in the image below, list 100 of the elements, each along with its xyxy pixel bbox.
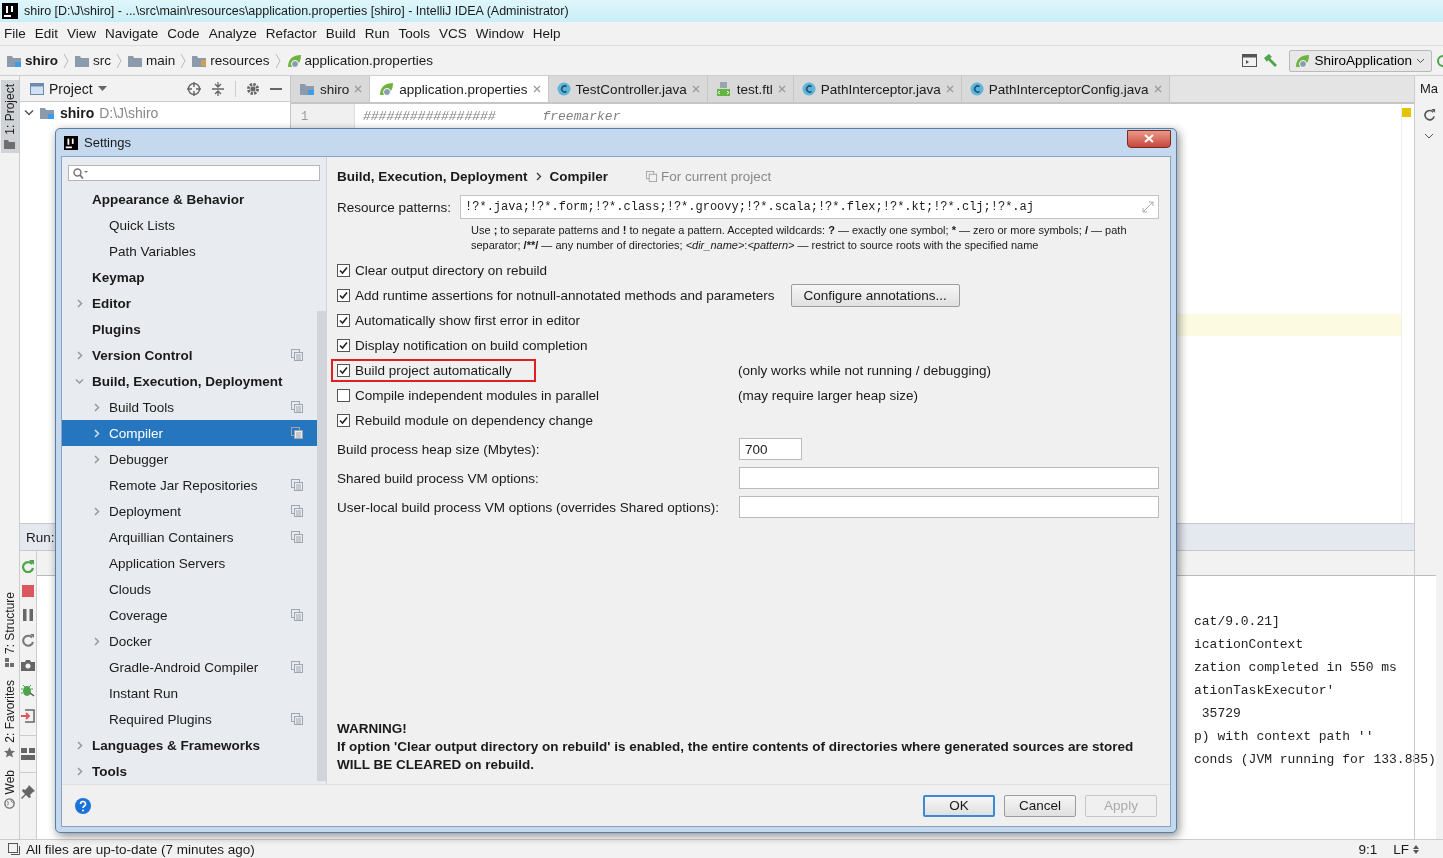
tool-window-button[interactable]: 7: Structure: [2, 591, 17, 668]
scrollbar-thumb[interactable]: [317, 311, 326, 781]
menu-item[interactable]: Build: [325, 26, 356, 41]
resource-patterns-field[interactable]: !?*.java;!?*.form;!?*.class;!?*.groovy;!?*.scala;!?*.flex;!?*.kt;!?*.clj;!?*.aj: [460, 195, 1159, 219]
settings-tree-item[interactable]: Debugger: [62, 446, 317, 472]
close-tab-icon[interactable]: [691, 85, 700, 93]
checked-checkbox-icon[interactable]: [337, 364, 350, 377]
rerun-icon[interactable]: [21, 559, 35, 573]
menu-item[interactable]: Refactor: [265, 26, 317, 41]
close-tab-icon[interactable]: [945, 85, 954, 93]
close-tab-icon[interactable]: [1153, 85, 1162, 93]
search-field[interactable]: [68, 165, 320, 181]
checkbox-option[interactable]: Build project automatically: [337, 363, 512, 378]
settings-tree-item[interactable]: Languages & Frameworks: [62, 732, 317, 758]
menu-item[interactable]: Run: [364, 26, 390, 41]
settings-tree-item[interactable]: Instant Run: [62, 680, 317, 706]
exit-icon[interactable]: [21, 709, 35, 723]
breadcrumb-item[interactable]: src: [74, 53, 111, 68]
settings-tree-item[interactable]: Build, Execution, Deployment: [62, 368, 317, 394]
pause-icon[interactable]: [23, 609, 33, 621]
help-icon[interactable]: [75, 797, 91, 814]
refresh-icon[interactable]: [1422, 108, 1436, 121]
editor-tab[interactable]: PathInterceptor.java: [793, 76, 962, 102]
settings-tree-item[interactable]: Quick Lists: [62, 212, 317, 238]
close-tab-icon[interactable]: [777, 85, 786, 93]
layout-icon[interactable]: [21, 748, 35, 760]
checkbox-option[interactable]: Compile independent modules in parallel: [337, 388, 599, 403]
settings-tree-item[interactable]: Coverage: [62, 602, 317, 628]
menu-item[interactable]: Analyze: [208, 26, 257, 41]
line-separator-selector[interactable]: LF: [1393, 841, 1419, 857]
input-field[interactable]: 700: [739, 438, 802, 460]
settings-tree-item[interactable]: Gradle-Android Compiler: [62, 654, 317, 680]
checkbox-option[interactable]: Rebuild module on dependency change: [337, 413, 593, 428]
settings-tree-item[interactable]: Deployment: [62, 498, 317, 524]
menu-item[interactable]: File: [4, 26, 26, 41]
settings-tree-item[interactable]: Tools: [62, 758, 317, 784]
locate-icon[interactable]: [187, 81, 201, 96]
close-tab-icon[interactable]: [532, 85, 541, 93]
settings-tree-item[interactable]: Arquillian Containers: [62, 524, 317, 550]
settings-tree-item[interactable]: Application Servers: [62, 550, 317, 576]
caret-position[interactable]: 9:1: [1358, 841, 1378, 857]
tool-window-button[interactable]: Ma: [1419, 81, 1439, 96]
settings-tree-item[interactable]: Appearance & Behavior: [62, 186, 317, 212]
input-field[interactable]: [739, 467, 1159, 489]
checked-checkbox-icon[interactable]: [337, 264, 350, 277]
settings-tree-item[interactable]: Required Plugins: [62, 706, 317, 732]
settings-tree-item[interactable]: Editor: [62, 290, 317, 316]
editor-tab[interactable]: PathInterceptorConfig.java: [961, 76, 1170, 102]
settings-tree-item[interactable]: Plugins: [62, 316, 317, 342]
dialog-button[interactable]: OK: [923, 794, 995, 817]
settings-tree-item[interactable]: Build Tools: [62, 394, 317, 420]
menu-item[interactable]: Tools: [398, 26, 430, 41]
bug-icon[interactable]: [21, 683, 35, 697]
pin-icon[interactable]: [21, 785, 35, 799]
checkbox-option[interactable]: Add runtime assertions for notnull-annotated methods and parameters: [337, 288, 775, 303]
checked-checkbox-icon[interactable]: [337, 289, 350, 302]
checked-checkbox-icon[interactable]: [337, 314, 350, 327]
refresh-icon[interactable]: [21, 633, 35, 647]
checkbox-option[interactable]: Clear output directory on rebuild: [337, 263, 548, 278]
run-icon[interactable]: [1437, 53, 1443, 68]
menu-item[interactable]: Help: [532, 26, 561, 41]
checked-checkbox-icon[interactable]: [337, 339, 350, 352]
settings-tree-item[interactable]: Clouds: [62, 576, 317, 602]
tool-window-button[interactable]: 2: Favorites: [2, 679, 17, 758]
checked-checkbox-icon[interactable]: [337, 414, 350, 427]
settings-tree-item[interactable]: Remote Jar Repositories: [62, 472, 317, 498]
panel-dropdown[interactable]: Project: [30, 80, 107, 97]
editor-tab[interactable]: TestController.java: [548, 76, 708, 102]
settings-tree-item[interactable]: Path Variables: [62, 238, 317, 264]
checkbox-option[interactable]: Display notification on build completion: [337, 338, 588, 353]
breadcrumb-item[interactable]: resources: [191, 53, 270, 68]
close-button[interactable]: [1127, 129, 1171, 148]
breadcrumb-item[interactable]: shiro: [6, 53, 58, 68]
editor-tab[interactable]: application.properties: [370, 76, 549, 102]
camera-icon[interactable]: [21, 659, 35, 671]
menu-item[interactable]: Edit: [34, 26, 59, 41]
tool-window-button[interactable]: 1: Project: [0, 80, 19, 153]
editor-tab[interactable]: shiro: [291, 76, 371, 102]
configure-annotations-button[interactable]: Configure annotations...: [790, 284, 960, 307]
settings-icon[interactable]: [246, 81, 260, 96]
settings-tree-item[interactable]: Keymap: [62, 264, 317, 290]
checkbox-icon[interactable]: [337, 389, 350, 402]
tool-window-button[interactable]: Web: [2, 769, 17, 809]
dialog-button[interactable]: Cancel: [1004, 794, 1076, 817]
settings-tree-item[interactable]: Docker: [62, 628, 317, 654]
run-window-icon[interactable]: [1242, 54, 1258, 67]
hammer-icon[interactable]: [1262, 52, 1279, 69]
close-tab-icon[interactable]: [354, 85, 363, 93]
menu-item[interactable]: Code: [167, 26, 200, 41]
settings-tree-item[interactable]: Compiler: [62, 420, 317, 446]
minimize-icon[interactable]: [270, 87, 282, 90]
editor-tab[interactable]: test.ftl: [707, 76, 794, 102]
menu-item[interactable]: Navigate: [105, 26, 159, 41]
project-tree-item[interactable]: shiro D:\J\shiro: [20, 102, 290, 124]
status-icon[interactable]: [8, 843, 20, 855]
run-configuration-dropdown[interactable]: ShiroApplication: [1289, 49, 1432, 72]
breadcrumb-item[interactable]: application.properties: [285, 52, 433, 69]
settings-tree-item[interactable]: Version Control: [62, 342, 317, 368]
menu-item[interactable]: VCS: [439, 26, 467, 41]
checkbox-option[interactable]: Automatically show first error in editor: [337, 313, 581, 328]
